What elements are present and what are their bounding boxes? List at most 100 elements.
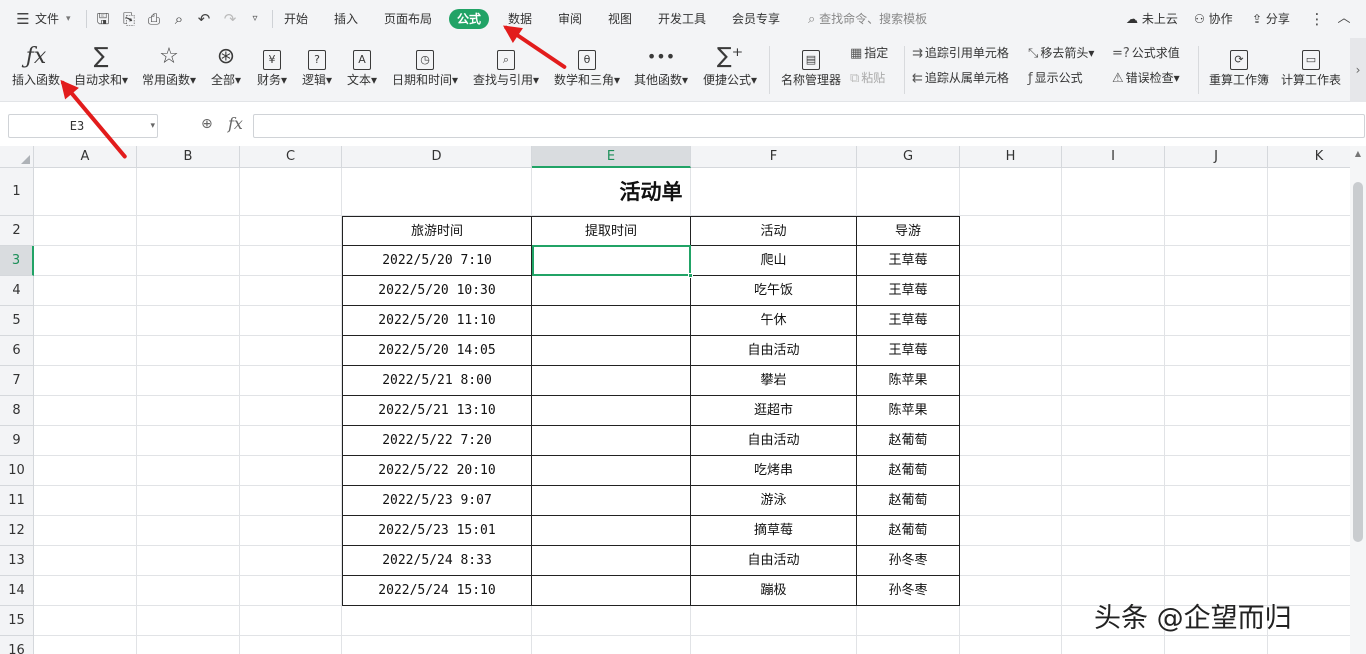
table-cell[interactable]: 自由活动	[691, 546, 857, 576]
collapse-ribbon-icon[interactable]: ︿	[1335, 9, 1353, 29]
tab-home[interactable]: 开始	[284, 9, 308, 29]
tab-view[interactable]: 视图	[608, 9, 632, 29]
error-check-button[interactable]: ⚠ 错误检查▾	[1112, 68, 1180, 88]
table-header-cell[interactable]: 提取时间	[532, 216, 691, 246]
table-cell[interactable]: 王草莓	[857, 246, 960, 276]
row-header-6[interactable]: 6	[0, 336, 34, 366]
evaluate-formula-button[interactable]: =? 公式求值	[1112, 43, 1180, 63]
table-cell[interactable]: 蹦极	[691, 576, 857, 606]
row-header-10[interactable]: 10	[0, 456, 34, 486]
command-search[interactable]: ⌕ 查找命令、搜索模板	[808, 9, 927, 29]
column-header-d[interactable]: D	[342, 146, 532, 168]
common-functions-button[interactable]: ☆ 常用函数▾	[138, 42, 200, 96]
table-cell[interactable]: 吃烤串	[691, 456, 857, 486]
zoom-icon[interactable]: ⊕	[201, 116, 213, 132]
collaborate-button[interactable]: ⚇ 协作	[1194, 9, 1233, 29]
print-icon[interactable]: ⎙	[145, 9, 163, 29]
table-cell[interactable]: 王草莓	[857, 276, 960, 306]
tab-insert[interactable]: 插入	[334, 9, 358, 29]
file-menu[interactable]: 文件	[35, 9, 59, 29]
calc-sheet-button[interactable]: ▭ 计算工作表	[1278, 42, 1344, 96]
show-formula-button[interactable]: ƒ 显示公式	[1028, 68, 1083, 88]
chevron-down-icon[interactable]: ▾	[150, 115, 155, 137]
column-header-i[interactable]: I	[1062, 146, 1165, 168]
table-cell[interactable]: 游泳	[691, 486, 857, 516]
table-cell[interactable]	[532, 426, 691, 456]
tab-review[interactable]: 审阅	[558, 9, 582, 29]
table-cell[interactable]: 陈苹果	[857, 366, 960, 396]
math-button[interactable]: θ 数学和三角▾	[549, 42, 625, 96]
redo-icon[interactable]: ↷	[221, 9, 239, 29]
table-cell[interactable]: 赵葡萄	[857, 456, 960, 486]
row-header-13[interactable]: 13	[0, 546, 34, 576]
table-cell[interactable]: 2022/5/23 9:07	[342, 486, 532, 516]
export-pdf-icon[interactable]: ⎘	[120, 9, 138, 29]
undo-icon[interactable]: ↶	[195, 9, 213, 29]
table-cell[interactable]: 孙冬枣	[857, 576, 960, 606]
row-header-1[interactable]: 1	[0, 168, 34, 216]
paste-name-button[interactable]: ⧉ 粘贴	[850, 68, 885, 88]
column-header-c[interactable]: C	[240, 146, 342, 168]
table-cell[interactable]: 摘草莓	[691, 516, 857, 546]
table-cell[interactable]	[532, 456, 691, 486]
print-preview-icon[interactable]: ⌕	[170, 9, 188, 29]
row-header-7[interactable]: 7	[0, 366, 34, 396]
cloud-status-button[interactable]: ☁ 未上云	[1126, 9, 1178, 29]
table-cell[interactable]	[532, 576, 691, 606]
table-cell[interactable]: 爬山	[691, 246, 857, 276]
table-cell[interactable]: 赵葡萄	[857, 426, 960, 456]
column-header-e[interactable]: E	[532, 146, 691, 168]
name-manager-button[interactable]: ▤ 名称管理器	[778, 42, 844, 96]
fx-icon[interactable]: fx	[228, 114, 243, 133]
table-cell[interactable]: 陈苹果	[857, 396, 960, 426]
name-box[interactable]: E3 ▾	[8, 114, 158, 138]
row-header-12[interactable]: 12	[0, 516, 34, 546]
select-all-corner[interactable]	[0, 146, 34, 168]
save-icon[interactable]: 🖫	[94, 9, 112, 29]
row-header-8[interactable]: 8	[0, 396, 34, 426]
share-button[interactable]: ⇪ 分享	[1252, 9, 1290, 29]
table-cell[interactable]: 2022/5/20 14:05	[342, 336, 532, 366]
lookup-button[interactable]: ⌕ 查找与引用▾	[468, 42, 544, 96]
table-cell[interactable]	[532, 306, 691, 336]
table-cell[interactable]: 孙冬枣	[857, 546, 960, 576]
table-cell[interactable]: 2022/5/20 10:30	[342, 276, 532, 306]
row-header-14[interactable]: 14	[0, 576, 34, 606]
table-cell[interactable]: 赵葡萄	[857, 486, 960, 516]
table-cell[interactable]	[532, 336, 691, 366]
active-cell-border[interactable]	[532, 245, 691, 276]
table-cell[interactable]: 赵葡萄	[857, 516, 960, 546]
tab-member[interactable]: 会员专享	[732, 9, 780, 29]
row-header-15[interactable]: 15	[0, 606, 34, 636]
fill-handle[interactable]	[688, 273, 693, 278]
table-cell[interactable]: 午休	[691, 306, 857, 336]
row-header-5[interactable]: 5	[0, 306, 34, 336]
table-header-cell[interactable]: 活动	[691, 216, 857, 246]
other-functions-button[interactable]: ••• 其他函数▾	[630, 42, 692, 96]
text-functions-button[interactable]: A 文本▾	[342, 42, 382, 96]
table-cell[interactable]: 逛超市	[691, 396, 857, 426]
row-header-3[interactable]: 3	[0, 246, 34, 276]
table-cell[interactable]	[532, 546, 691, 576]
column-header-k[interactable]: K	[1268, 146, 1350, 168]
trace-precedents-button[interactable]: ⇉ 追踪引用单元格	[912, 43, 1009, 63]
table-cell[interactable]	[532, 486, 691, 516]
more-vertical-icon[interactable]: ⋮	[1308, 9, 1326, 29]
column-header-b[interactable]: B	[137, 146, 240, 168]
scroll-up-icon[interactable]: ▲	[1350, 146, 1366, 162]
quick-formula-button[interactable]: ∑⁺ 便捷公式▾	[698, 42, 762, 96]
table-cell[interactable]: 吃午饭	[691, 276, 857, 306]
more-quick-access-icon[interactable]: ▿	[246, 9, 264, 29]
remove-arrows-button[interactable]: ⤡ 移去箭头▾	[1028, 43, 1094, 63]
row-header-16[interactable]: 16	[0, 636, 34, 654]
finance-button[interactable]: ¥ 财务▾	[252, 42, 292, 96]
table-cell[interactable]: 攀岩	[691, 366, 857, 396]
table-cell[interactable]	[532, 516, 691, 546]
all-functions-button[interactable]: ⊛ 全部▾	[206, 42, 246, 96]
table-cell[interactable]: 2022/5/21 8:00	[342, 366, 532, 396]
table-cell[interactable]: 2022/5/24 8:33	[342, 546, 532, 576]
table-header-cell[interactable]: 旅游时间	[342, 216, 532, 246]
table-cell[interactable]: 王草莓	[857, 336, 960, 366]
table-cell[interactable]: 2022/5/22 7:20	[342, 426, 532, 456]
datetime-button[interactable]: ◷ 日期和时间▾	[388, 42, 462, 96]
